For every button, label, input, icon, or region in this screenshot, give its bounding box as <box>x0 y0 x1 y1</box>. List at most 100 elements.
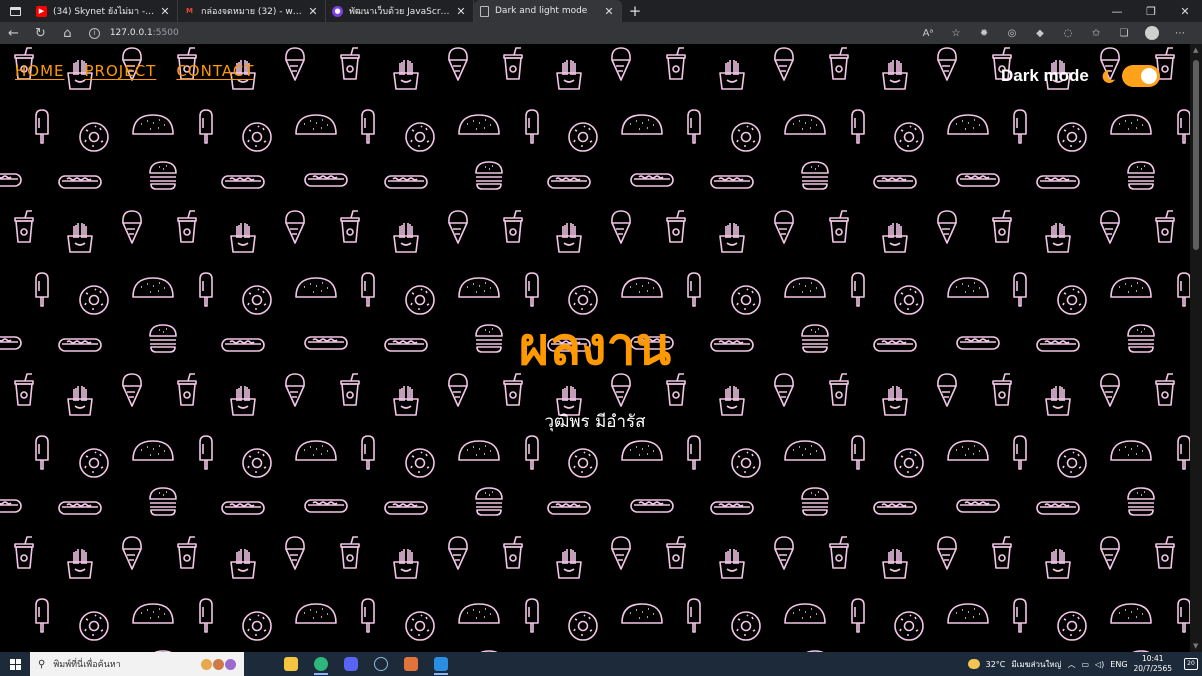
new-tab-button[interactable]: + <box>622 0 648 22</box>
cone-icon <box>611 210 631 244</box>
popsicle-icon <box>1013 109 1027 144</box>
close-tab-icon[interactable]: ✕ <box>455 5 467 18</box>
cone-icon <box>937 536 957 570</box>
donut-icon <box>242 611 272 641</box>
taco-icon <box>621 603 663 624</box>
file-explorer-icon[interactable] <box>276 652 306 676</box>
scroll-up-icon[interactable]: ▲ <box>1193 46 1198 54</box>
favorite-star-icon[interactable]: ☆ <box>944 28 968 39</box>
network-icon[interactable]: ▭ <box>1081 660 1089 669</box>
extension-icon[interactable]: ◌ <box>1056 28 1080 39</box>
volume-icon[interactable]: ◁) <box>1095 660 1104 669</box>
popsicle-icon <box>35 598 49 633</box>
cup-icon <box>666 210 686 243</box>
browser-tab[interactable]: M กล่องจดหมาย (32) - wuttiporn.mje ✕ <box>178 0 326 22</box>
browser-tab-active[interactable]: Dark and light mode ✕ <box>474 0 622 22</box>
start-button[interactable] <box>0 658 30 670</box>
collections-icon[interactable]: ❏ <box>1112 28 1136 39</box>
dark-mode-toggle[interactable] <box>1121 65 1160 87</box>
weather-temp[interactable]: 32°C <box>986 660 1006 669</box>
page-scrollbar[interactable]: ▲ ▼ <box>1190 44 1202 652</box>
cone-icon <box>937 47 957 81</box>
donut-icon <box>79 285 109 315</box>
nav-link-home[interactable]: HOME <box>15 62 65 80</box>
extension-icon[interactable]: ✹ <box>972 28 996 39</box>
restore-button[interactable]: ❐ <box>1134 0 1168 22</box>
nav-link-contact[interactable]: CONTACT <box>176 62 254 80</box>
hotdog-icon <box>304 499 348 513</box>
back-button[interactable]: ← <box>0 26 27 41</box>
more-menu-icon[interactable]: ⋯ <box>1168 28 1192 39</box>
clock-time: 10:41 <box>1141 654 1164 663</box>
taco-icon <box>621 440 663 461</box>
cone-icon <box>611 536 631 570</box>
cone-icon <box>774 47 794 81</box>
profile-avatar[interactable] <box>1145 26 1160 40</box>
popsicle-icon <box>199 598 213 633</box>
app-launcher-icon[interactable] <box>396 652 426 676</box>
popsicle-icon <box>525 435 539 470</box>
hotdog-icon <box>547 175 591 189</box>
weather-text[interactable]: มีเมฆส่วนใหญ่ <box>1011 658 1061 671</box>
close-tab-icon[interactable]: ✕ <box>307 5 319 18</box>
notification-center-icon[interactable]: 20 <box>1184 658 1198 670</box>
close-window-button[interactable]: ✕ <box>1168 0 1202 22</box>
gmail-icon: M <box>186 7 193 15</box>
donut-icon <box>79 611 109 641</box>
fries-icon <box>1045 548 1071 579</box>
cone-icon <box>774 210 794 244</box>
vscode-icon[interactable] <box>426 652 456 676</box>
fries-icon <box>882 548 908 579</box>
popsicle-icon <box>851 435 865 470</box>
tray-chevron-icon[interactable]: ︿ <box>1067 659 1075 670</box>
taco-icon <box>1110 277 1152 298</box>
nav-link-project[interactable]: PROJECT <box>85 62 157 80</box>
popsicle-icon <box>35 109 49 144</box>
donut-icon <box>405 122 435 152</box>
close-tab-icon[interactable]: ✕ <box>603 5 615 18</box>
refresh-button[interactable]: ↻ <box>27 26 54 41</box>
url-input[interactable]: i 127.0.0.1:5500 <box>88 24 916 42</box>
hotdog-icon <box>58 501 102 515</box>
close-tab-icon[interactable]: ✕ <box>159 5 171 18</box>
cone-icon <box>774 536 794 570</box>
clock[interactable]: 10:41 20/7/2565 <box>1134 654 1172 674</box>
donut-icon <box>731 611 761 641</box>
scrollbar-thumb[interactable] <box>1193 60 1199 250</box>
taco-icon <box>621 114 663 135</box>
favorites-icon[interactable]: ✩ <box>1084 28 1108 39</box>
cup-icon <box>340 210 360 243</box>
donut-icon <box>568 611 598 641</box>
taco-icon <box>947 114 989 135</box>
site-info-icon[interactable]: i <box>88 27 100 39</box>
hotdog-icon <box>630 499 674 513</box>
fries-icon <box>1045 222 1071 253</box>
read-aloud-icon[interactable]: Aᵃ <box>916 28 940 39</box>
hotdog-icon <box>384 501 428 515</box>
edge-browser-icon[interactable] <box>306 652 336 676</box>
home-button[interactable]: ⌂ <box>54 26 81 41</box>
cup-icon <box>340 536 360 569</box>
window-menu-icon[interactable] <box>0 0 30 22</box>
minimize-button[interactable]: — <box>1100 0 1134 22</box>
discord-icon[interactable] <box>336 652 366 676</box>
donut-icon <box>79 122 109 152</box>
taskbar-search-input[interactable]: ⚲ พิมพ์ที่นี่เพื่อค้นหา <box>30 652 244 676</box>
hotdog-icon <box>384 175 428 189</box>
extension-icon[interactable]: ◎ <box>1000 28 1024 39</box>
extension-icon[interactable]: ◆ <box>1028 28 1052 39</box>
hotdog-icon <box>873 501 917 515</box>
browser-tab[interactable]: ▶ (34) Skynet ยังไม่มา - YouTube ✕ <box>30 0 178 22</box>
language-indicator[interactable]: ENG <box>1110 660 1127 669</box>
cup-icon <box>503 210 523 243</box>
hotdog-icon <box>710 501 754 515</box>
hotdog-icon <box>0 499 22 513</box>
tab-title: พัฒนาเว็บด้วย JavaScript 30 Works <box>349 7 451 17</box>
cup-icon <box>1155 210 1175 243</box>
hotdog-icon <box>304 173 348 187</box>
steam-icon[interactable] <box>366 652 396 676</box>
scroll-down-icon[interactable]: ▼ <box>1193 642 1198 650</box>
browser-tab[interactable]: ● พัฒนาเว็บด้วย JavaScript 30 Works ✕ <box>326 0 474 22</box>
fries-icon <box>882 59 908 90</box>
fries-icon <box>719 59 745 90</box>
